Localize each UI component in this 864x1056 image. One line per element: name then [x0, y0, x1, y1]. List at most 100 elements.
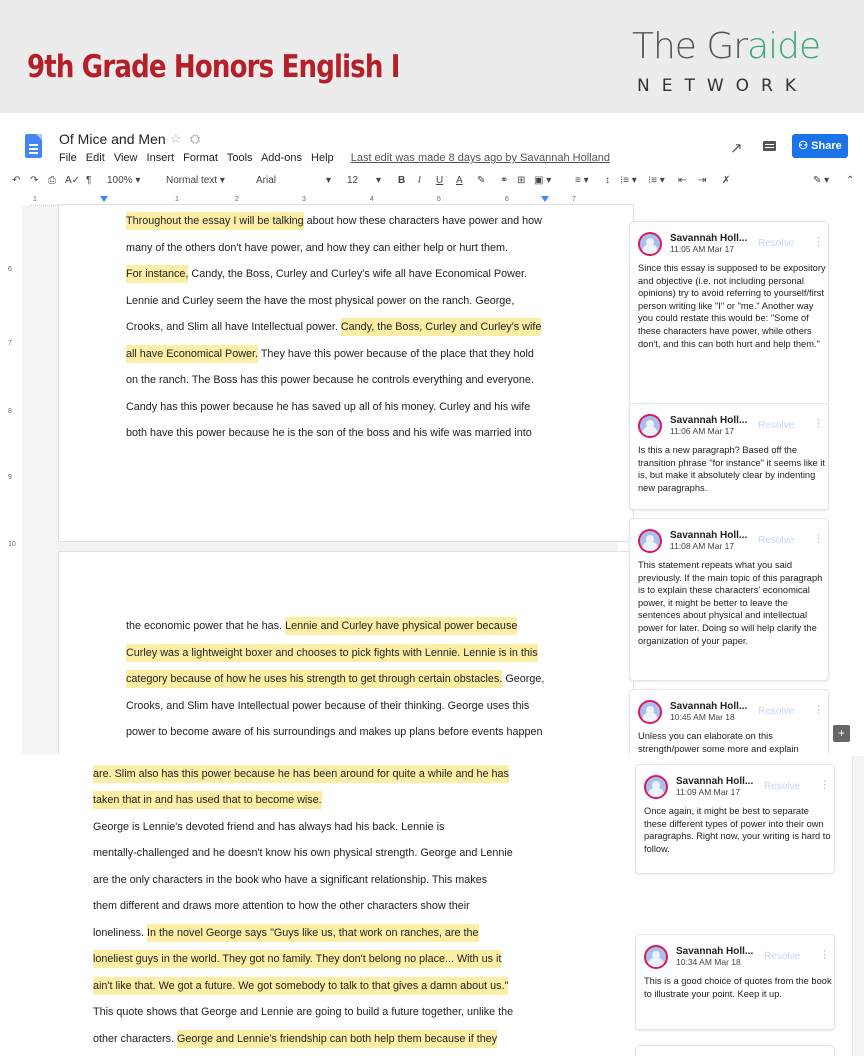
commented-text[interactable]: George and Lennie's friendship can both … [177, 1030, 498, 1048]
resolve-button[interactable]: Resolve [764, 781, 800, 792]
font-select[interactable]: Arial [256, 175, 276, 186]
text-line[interactable]: them different and draws more attention … [93, 900, 470, 912]
text-line[interactable]: power to become aware of his surrounding… [126, 726, 543, 738]
resolve-button[interactable]: Resolve [758, 420, 794, 431]
move-to-folder-icon[interactable]: ⛭ [190, 131, 200, 147]
highlight-icon[interactable]: ✎ [477, 175, 485, 186]
print-icon[interactable]: ⎙ [48, 175, 56, 186]
commented-text[interactable]: ain't like that. We got a future. We got… [93, 977, 509, 995]
commented-text[interactable]: are. Slim also has this power because he… [93, 765, 509, 783]
text-line[interactable]: ain't like that. We got a future. We got… [93, 977, 509, 995]
resolve-button[interactable]: Resolve [758, 706, 794, 717]
document-page-1[interactable]: Throughout the essay I will be talking a… [58, 204, 634, 542]
link-icon[interactable]: ⚭ [500, 175, 508, 186]
docs-icon[interactable] [25, 134, 42, 158]
comment-card[interactable]: Savannah Holl... 11:06 AM Mar 17 Resolve… [629, 403, 829, 510]
clear-format-icon[interactable]: ✗ [722, 175, 730, 186]
share-button[interactable]: ⚇ Share [792, 134, 848, 158]
more-options-icon[interactable]: ⋮ [813, 703, 824, 716]
commented-text[interactable]: Throughout the essay I will be talking [126, 212, 304, 230]
style-select[interactable]: Normal text ▾ [166, 175, 225, 186]
more-options-icon[interactable]: ⋮ [813, 235, 824, 248]
menu-view[interactable]: View [114, 152, 138, 164]
text-line[interactable]: mentally-challenged and he doesn't know … [93, 847, 513, 859]
left-indent-marker[interactable] [100, 196, 108, 202]
text-line[interactable]: on the ranch. The Boss has this power be… [126, 374, 534, 386]
document-page-2[interactable]: the economic power that he has. Lennie a… [58, 551, 634, 754]
italic-icon[interactable]: I [418, 175, 421, 186]
comment-card[interactable]: Savannah Holl... 11:05 AM Mar 17 Resolve… [629, 221, 829, 425]
text-line[interactable]: For instance, Candy, the Boss, Curley an… [126, 265, 527, 283]
menu-edit[interactable]: Edit [86, 152, 105, 164]
resolve-button[interactable]: Resolve [764, 951, 800, 962]
text-line[interactable]: Candy has this power because he has save… [126, 401, 530, 413]
text-line[interactable]: Curley was a lightweight boxer and choos… [126, 644, 538, 662]
comment-card[interactable] [635, 1045, 835, 1056]
last-edit-link[interactable]: Last edit was made 8 days ago by Savanna… [351, 152, 610, 164]
text-line[interactable]: category because of how he uses his stre… [126, 670, 544, 688]
font-dropdown-icon[interactable]: ▾ [326, 175, 331, 186]
text-line[interactable]: This quote shows that George and Lennie … [93, 1006, 513, 1018]
more-options-icon[interactable]: ⋮ [813, 417, 824, 430]
line-spacing-icon[interactable]: ↕ [605, 175, 610, 186]
commented-text[interactable]: loneliest guys in the world. They got no… [93, 950, 502, 968]
underline-icon[interactable]: U [436, 175, 443, 186]
more-options-icon[interactable]: ⋮ [813, 532, 824, 545]
comments-icon[interactable] [763, 141, 776, 151]
commented-text[interactable]: For instance, [126, 265, 189, 283]
redo-icon[interactable]: ↷ [30, 175, 38, 186]
more-options-icon[interactable]: ⋮ [819, 778, 830, 791]
scrollbar[interactable] [852, 756, 864, 1056]
text-line[interactable]: George is Lennie's devoted friend and ha… [93, 821, 444, 833]
text-line[interactable]: Lennie and Curley seem the have the most… [126, 295, 514, 307]
paint-format-icon[interactable]: ¶ [86, 175, 91, 186]
commented-text[interactable]: Lennie and Curley have physical power be… [285, 617, 518, 635]
undo-icon[interactable]: ↶ [12, 175, 20, 186]
star-icon[interactable]: ☆ [170, 131, 182, 147]
comment-card[interactable]: Savannah Holl... 11:09 AM Mar 17 Resolve… [635, 764, 835, 874]
text-line[interactable]: are. Slim also has this power because he… [93, 765, 509, 783]
document-title[interactable]: Of Mice and Men [59, 131, 166, 147]
comment-card[interactable]: Savannah Holl... 10:45 AM Mar 18 Resolve… [629, 689, 829, 754]
commented-text[interactable]: taken that in and has used that to becom… [93, 791, 322, 809]
spellcheck-icon[interactable]: A✓ [65, 175, 80, 186]
numbered-list-icon[interactable]: ⁝≡ ▾ [620, 175, 637, 186]
insert-image-icon[interactable]: ▣ ▾ [534, 175, 551, 186]
resolve-button[interactable]: Resolve [758, 238, 794, 249]
more-options-icon[interactable]: ⋮ [819, 948, 830, 961]
text-color-icon[interactable]: A [456, 175, 463, 186]
increase-indent-icon[interactable]: ⇥ [698, 175, 706, 186]
commented-text[interactable]: In the novel George says "Guys like us, … [147, 924, 479, 942]
text-line[interactable]: Crooks, and Slim have Intellectual power… [126, 700, 529, 712]
text-line[interactable]: loneliness. In the novel George says "Gu… [93, 924, 479, 942]
comment-card[interactable]: Savannah Holl... 10:34 AM Mar 18 Resolve… [635, 934, 835, 1030]
menu-tools[interactable]: Tools [227, 152, 253, 164]
comment-card[interactable]: Savannah Holl... 11:08 AM Mar 17 Resolve… [629, 518, 829, 681]
editing-mode-icon[interactable]: ✎ ▾ [813, 175, 829, 186]
bold-icon[interactable]: B [398, 175, 405, 186]
menu-addons[interactable]: Add-ons [261, 152, 302, 164]
font-size-dropdown-icon[interactable]: ▾ [376, 175, 381, 186]
commented-text[interactable]: Candy, the Boss, Curley and Curley's wif… [340, 318, 542, 336]
align-icon[interactable]: ≡ ▾ [575, 175, 589, 186]
zoom-select[interactable]: 100% ▾ [107, 175, 140, 186]
menu-insert[interactable]: Insert [147, 152, 175, 164]
add-comment-button[interactable]: + [833, 725, 850, 742]
add-comment-icon[interactable]: ⊞ [517, 175, 525, 186]
resolve-button[interactable]: Resolve [758, 535, 794, 546]
decrease-indent-icon[interactable]: ⇤ [678, 175, 686, 186]
text-line[interactable]: taken that in and has used that to becom… [93, 791, 322, 809]
menu-help[interactable]: Help [311, 152, 334, 164]
text-line[interactable]: all have Economical Power. They have thi… [126, 345, 534, 363]
text-line[interactable]: other characters. George and Lennie's fr… [93, 1030, 498, 1048]
menu-format[interactable]: Format [183, 152, 218, 164]
right-indent-marker[interactable] [541, 196, 549, 202]
text-line[interactable]: loneliest guys in the world. They got no… [93, 950, 502, 968]
activity-trend-icon[interactable]: ↗ [730, 139, 743, 157]
commented-text[interactable]: all have Economical Power. [126, 345, 259, 363]
commented-text[interactable]: Curley was a lightweight boxer and choos… [126, 644, 538, 662]
text-line[interactable]: many of the others don't have power, and… [126, 242, 508, 254]
menu-file[interactable]: File [59, 152, 77, 164]
commented-text[interactable]: category because of how he uses his stre… [126, 670, 503, 688]
text-line[interactable]: Throughout the essay I will be talking a… [126, 212, 542, 230]
